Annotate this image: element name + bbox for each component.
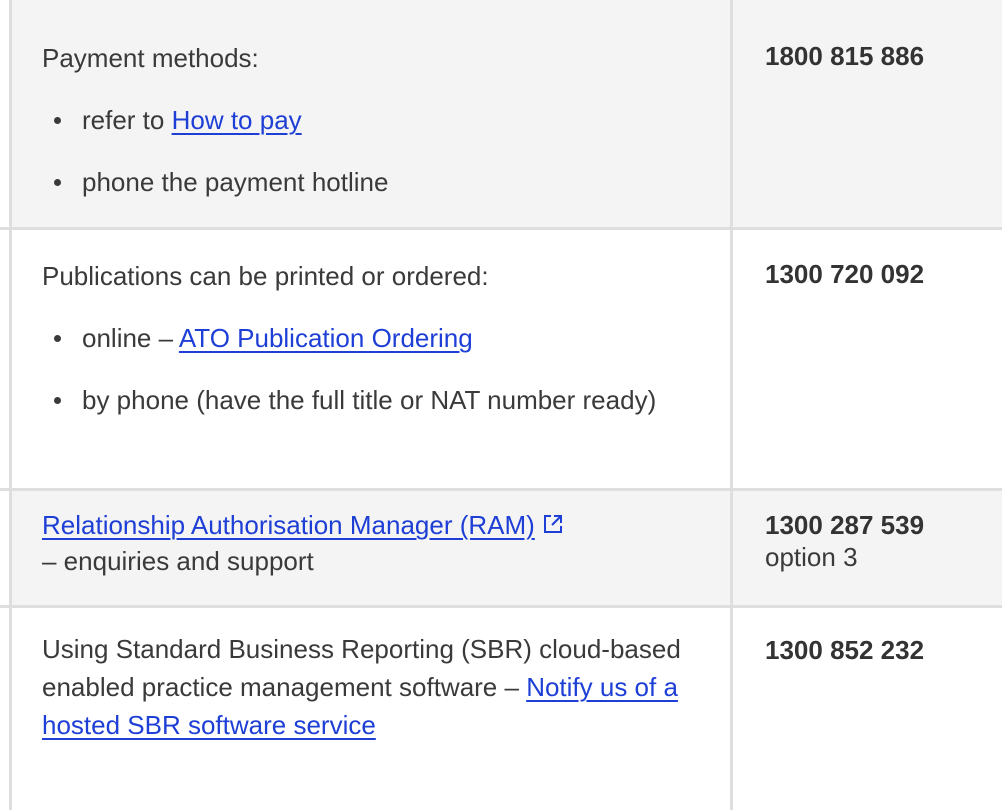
bullet-icon [54,397,61,404]
phone-number: 1300 287 539 [765,510,925,540]
list-item-text: refer to [82,105,172,135]
row-phone-cell: 1800 815 886 [765,40,1002,72]
list-item: online – ATO Publication Ordering [42,320,712,356]
table-row: Payment methods: refer to How to pay pho… [12,0,1002,227]
phone-option: option 3 [765,542,858,572]
phone-number: 1300 720 092 [765,259,925,289]
list-item: by phone (have the full title or NAT num… [42,382,712,418]
row-divider [0,605,1002,608]
list-item: refer to How to pay [42,102,712,138]
row-description: Using Standard Business Reporting (SBR) … [42,630,712,744]
table-row: Using Standard Business Reporting (SBR) … [12,608,1002,810]
table-row: Relationship Authorisation Manager (RAM)… [12,491,1002,605]
row-intro: Publications can be printed or ordered: [42,261,489,291]
list-item-text: by phone (have the full title or NAT num… [82,385,657,415]
phone-number: 1800 815 886 [765,41,925,71]
external-link-icon[interactable] [543,507,563,543]
bullet-icon [54,335,61,342]
row-divider [0,488,1002,491]
bullet-icon [54,117,61,124]
bullet-list: refer to How to pay phone the payment ho… [42,102,712,200]
phone-number: 1300 852 232 [765,635,925,665]
list-item: phone the payment hotline [42,164,712,200]
row-phone-cell: 1300 852 232 [765,634,1002,666]
contact-table: Payment methods: refer to How to pay pho… [0,0,1002,810]
row-description: Relationship Authorisation Manager (RAM)… [42,507,712,579]
how-to-pay-link[interactable]: How to pay [172,105,302,135]
row-description: Payment methods: refer to How to pay pho… [42,40,712,200]
row-text: – enquiries and support [42,546,314,577]
bullet-list: online – ATO Publication Ordering by pho… [42,320,712,418]
table-left-border [9,0,12,810]
row-divider [0,227,1002,230]
list-item-text: online – [82,323,179,353]
ato-publication-ordering-link[interactable]: ATO Publication Ordering [179,323,473,353]
ram-link[interactable]: Relationship Authorisation Manager (RAM) [42,510,535,540]
table-row: Publications can be printed or ordered: … [12,230,1002,488]
list-item-text: phone the payment hotline [82,167,389,197]
row-intro: Payment methods: [42,43,259,73]
bullet-icon [54,179,61,186]
row-phone-cell: 1300 720 092 [765,258,1002,290]
column-divider [730,0,733,810]
row-description: Publications can be printed or ordered: … [42,258,712,418]
row-phone-cell: 1300 287 539 option 3 [765,509,1002,573]
